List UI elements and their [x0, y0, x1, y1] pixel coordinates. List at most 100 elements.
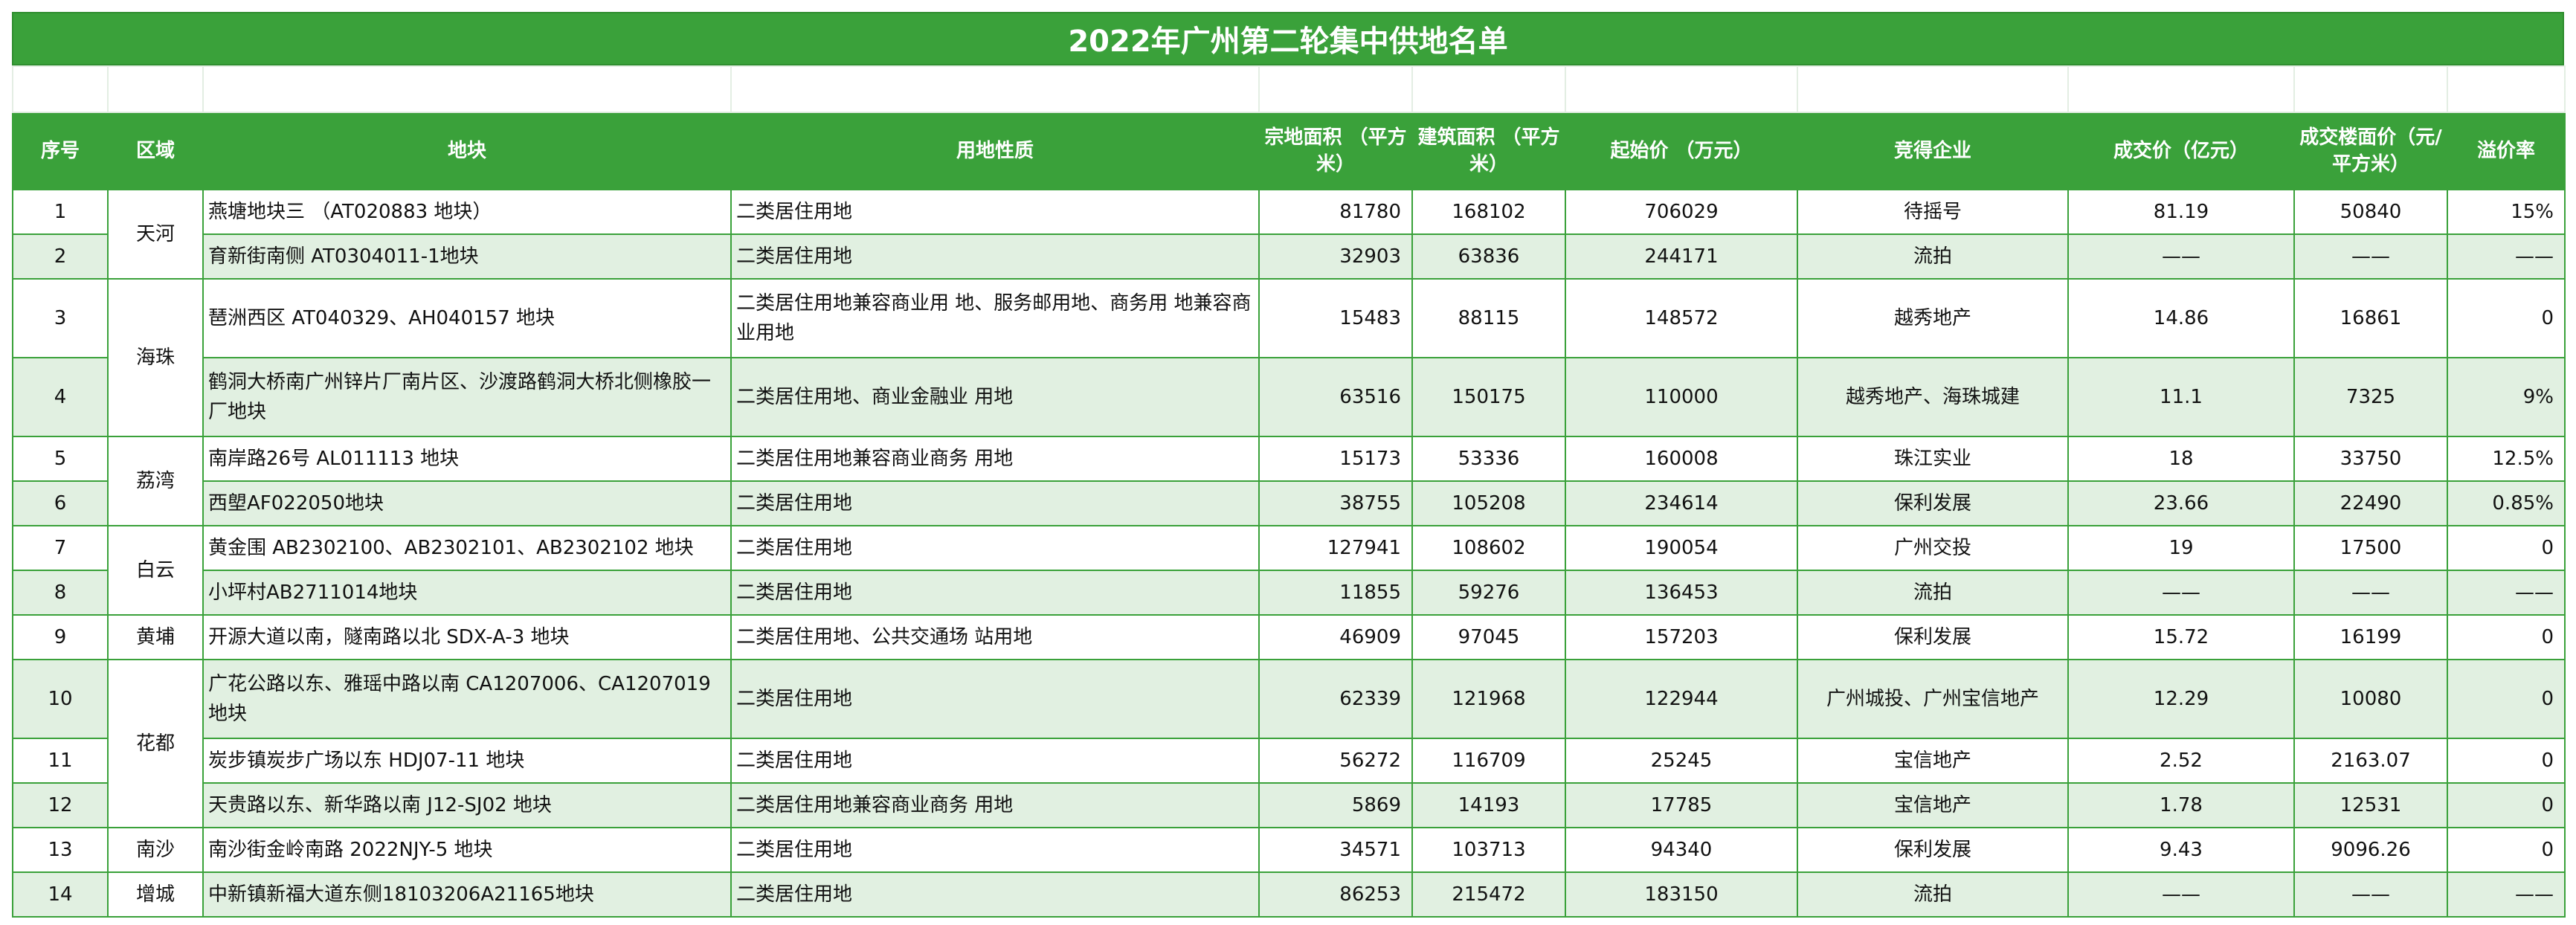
cell-usage: 二类居住用地 [730, 738, 1260, 784]
cell-premium: 0 [2447, 659, 2566, 739]
cell-usage: 二类居住用地 [730, 233, 1260, 280]
cell-floor-price: —— [2293, 233, 2448, 280]
cell-site-area: 15483 [1258, 278, 1413, 358]
cell-start-price: 25245 [1565, 738, 1798, 784]
cell-deal-price: 14.86 [2067, 278, 2295, 358]
cell-premium: —— [2447, 871, 2566, 918]
sheet-title: 2022年广州第二轮集中供地名单 [12, 12, 2564, 65]
header-building-area: 建筑面积 （平方米） [1411, 112, 1566, 190]
header-floor-price: 成交楼面价（元/平方米） [2293, 112, 2448, 190]
cell-start-price: 234614 [1565, 480, 1798, 526]
cell-parcel: 南沙街金岭南路 2022NJY-5 地块 [202, 827, 732, 873]
cell-usage: 二类居住用地兼容商业用 地、服务邮用地、商务用 地兼容商业用地 [730, 278, 1260, 358]
cell-floor-price: 22490 [2293, 480, 2448, 526]
cell-index: 4 [12, 357, 109, 437]
cell-start-price: 136453 [1565, 570, 1798, 616]
cell-index: 9 [12, 614, 109, 660]
cell-site-area: 81780 [1258, 189, 1413, 235]
table-row: 10 花都 广花公路以东、雅瑶中路以南 CA1207006、CA1207019 地块… [12, 659, 2566, 828]
cell-winner: 越秀地产、海珠城建 [1797, 357, 2069, 437]
cell-premium: 0 [2447, 614, 2566, 660]
cell-building-area: 14193 [1411, 782, 1566, 828]
cell-winner: 保利发展 [1797, 480, 2069, 526]
cell-winner: 宝信地产 [1797, 738, 2069, 784]
cell-start-price: 160008 [1565, 436, 1798, 482]
cell-winner: 流拍 [1797, 871, 2069, 918]
table-row: 7 白云 黄金围 AB2302100、AB2302101、AB2302102 地块二… [12, 525, 2566, 616]
cell-index: 2 [12, 233, 109, 280]
cell-winner: 保利发展 [1797, 827, 2069, 873]
blank-row [12, 65, 2566, 113]
cell-usage: 二类居住用地兼容商业商务 用地 [730, 782, 1260, 828]
table-row: 6 西塱AF022050地块 二类居住用地 38755 105208 234614 保利发展… [12, 480, 2566, 526]
header-premium: 溢价率 [2447, 112, 2566, 190]
cell-premium: —— [2447, 570, 2566, 616]
header-parcel: 地块 [202, 112, 732, 190]
table-row: 2 育新街南侧 AT0304011-1地块 二类居住用地 32903 63836 2441… [12, 233, 2566, 280]
cell-building-area: 88115 [1411, 278, 1566, 358]
table-row: 1 天河 燕塘地块三 （AT020883 地块） 二类居住用地 81780 168102 7… [12, 189, 2566, 280]
table-row: 14 增城 中新镇新福大道东侧18103206A21165地块 二类居住用地 86253… [12, 871, 2566, 918]
header-site-area: 宗地面积 （平方米） [1258, 112, 1413, 190]
cell-premium: 12.5% [2447, 436, 2566, 482]
cell-building-area: 53336 [1411, 436, 1566, 482]
cell-floor-price: 10080 [2293, 659, 2448, 739]
cell-site-area: 11855 [1258, 570, 1413, 616]
cell-usage: 二类居住用地兼容商业商务 用地 [730, 436, 1260, 482]
cell-district: 增城 [107, 871, 204, 918]
cell-usage: 二类居住用地、商业金融业 用地 [730, 357, 1260, 437]
cell-usage: 二类居住用地 [730, 189, 1260, 235]
cell-deal-price: 18 [2067, 436, 2295, 482]
cell-floor-price: 2163.07 [2293, 738, 2448, 784]
cell-building-area: 63836 [1411, 233, 1566, 280]
cell-index: 8 [12, 570, 109, 616]
cell-parcel: 炭步镇炭步广场以东 HDJ07-11 地块 [202, 738, 732, 784]
cell-parcel: 小坪村AB2711014地块 [202, 570, 732, 616]
cell-start-price: 148572 [1565, 278, 1798, 358]
cell-winner: 越秀地产 [1797, 278, 2069, 358]
cell-deal-price: —— [2067, 570, 2295, 616]
cell-premium: 0 [2447, 782, 2566, 828]
cell-floor-price: 50840 [2293, 189, 2448, 235]
cell-index: 11 [12, 738, 109, 784]
cell-building-area: 103713 [1411, 827, 1566, 873]
cell-floor-price: —— [2293, 570, 2448, 616]
cell-floor-price: 17500 [2293, 525, 2448, 571]
cell-building-area: 168102 [1411, 189, 1566, 235]
cell-parcel: 开源大道以南，隧南路以北 SDX-A-3 地块 [202, 614, 732, 660]
cell-start-price: 706029 [1565, 189, 1798, 235]
cell-district: 黄埔 [107, 614, 204, 660]
cell-parcel: 鹤洞大桥南广州锌片厂南片区、沙渡路鹤洞大桥北侧橡胶一厂地块 [202, 357, 732, 437]
cell-index: 6 [12, 480, 109, 526]
cell-premium: 0 [2447, 278, 2566, 358]
cell-building-area: 59276 [1411, 570, 1566, 616]
cell-premium: 0 [2447, 738, 2566, 784]
header-district: 区域 [107, 112, 204, 190]
cell-deal-price: 19 [2067, 525, 2295, 571]
cell-district: 花都 [107, 659, 204, 828]
cell-winner: 广州城投、广州宝信地产 [1797, 659, 2069, 739]
cell-premium: —— [2447, 233, 2566, 280]
cell-district: 白云 [107, 525, 204, 616]
cell-index: 10 [12, 659, 109, 739]
cell-start-price: 190054 [1565, 525, 1798, 571]
cell-building-area: 150175 [1411, 357, 1566, 437]
cell-premium: 9% [2447, 357, 2566, 437]
table-row: 4 鹤洞大桥南广州锌片厂南片区、沙渡路鹤洞大桥北侧橡胶一厂地块 二类居住用地、商业金… [12, 357, 2566, 437]
table-row: 11 炭步镇炭步广场以东 HDJ07-11 地块 二类居住用地 56272 116709… [12, 738, 2566, 784]
cell-site-area: 56272 [1258, 738, 1413, 784]
cell-usage: 二类居住用地 [730, 570, 1260, 616]
cell-index: 14 [12, 871, 109, 918]
cell-site-area: 62339 [1258, 659, 1413, 739]
cell-parcel: 天贵路以东、新华路以南 J12-SJ02 地块 [202, 782, 732, 828]
cell-floor-price: —— [2293, 871, 2448, 918]
cell-premium: 15% [2447, 189, 2566, 235]
cell-floor-price: 7325 [2293, 357, 2448, 437]
table-row: 9 黄埔 开源大道以南，隧南路以北 SDX-A-3 地块 二类居住用地、公共交通场 站… [12, 614, 2566, 660]
cell-building-area: 215472 [1411, 871, 1566, 918]
table-row: 3 海珠 琶洲西区 AT040329、AH040157 地块 二类居住用地兼容商业用 … [12, 278, 2566, 437]
cell-index: 1 [12, 189, 109, 235]
cell-deal-price: 15.72 [2067, 614, 2295, 660]
cell-usage: 二类居住用地、公共交通场 站用地 [730, 614, 1260, 660]
cell-index: 3 [12, 278, 109, 358]
